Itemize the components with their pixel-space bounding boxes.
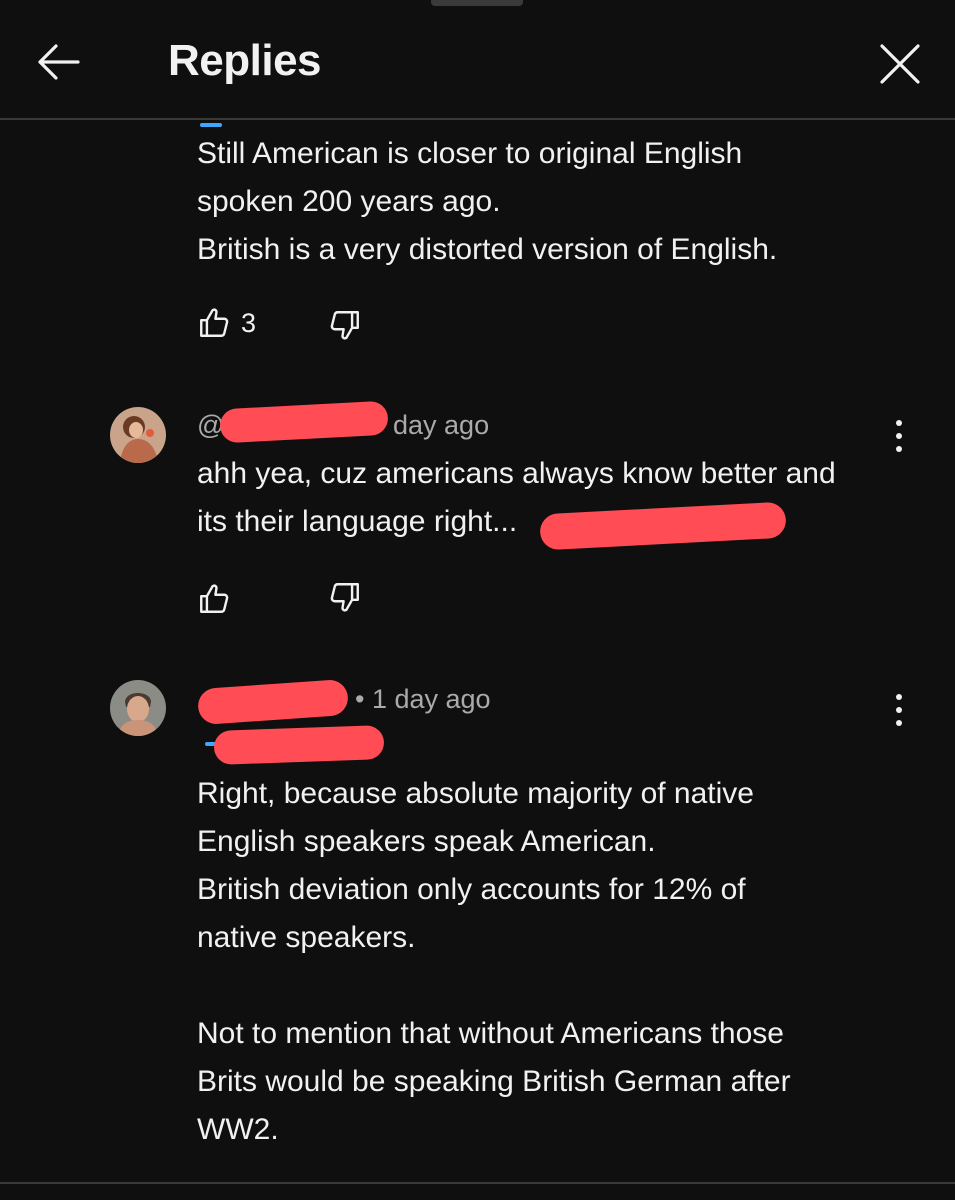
like-button[interactable] bbox=[197, 582, 231, 616]
more-vert-icon bbox=[896, 694, 902, 700]
dislike-button[interactable] bbox=[328, 308, 362, 342]
avatar[interactable] bbox=[110, 680, 166, 736]
comment-time: day ago bbox=[393, 410, 490, 440]
replies-header: Replies bbox=[0, 0, 955, 120]
arrow-left-icon bbox=[38, 44, 80, 80]
more-options-button[interactable] bbox=[887, 416, 911, 456]
redaction-mark bbox=[213, 725, 385, 765]
thumbs-down-icon bbox=[330, 583, 359, 612]
avatar-image bbox=[110, 407, 166, 463]
like-count: 3 bbox=[241, 307, 257, 338]
thumbs-up-icon bbox=[200, 308, 229, 337]
comment-text: Right, because absolute majority of nati… bbox=[197, 777, 791, 1146]
close-icon bbox=[880, 44, 920, 84]
close-button[interactable] bbox=[872, 38, 928, 90]
avatar[interactable] bbox=[110, 407, 166, 463]
more-options-button[interactable] bbox=[887, 690, 911, 730]
thumbs-up-icon bbox=[200, 584, 229, 613]
thumbs-down-icon bbox=[330, 311, 359, 340]
divider bbox=[0, 1182, 955, 1184]
redaction-mark bbox=[219, 400, 389, 444]
mention-link-fragment[interactable] bbox=[200, 123, 222, 127]
dislike-button[interactable] bbox=[328, 580, 362, 614]
comment-time: • 1 day ago bbox=[355, 684, 491, 714]
page-title: Replies bbox=[168, 36, 322, 85]
comment-text: Still American is closer to original Eng… bbox=[197, 137, 778, 266]
avatar-image bbox=[110, 680, 166, 736]
back-button[interactable] bbox=[30, 38, 86, 86]
more-vert-icon bbox=[896, 420, 902, 426]
like-button[interactable]: 3 bbox=[197, 306, 256, 340]
redaction-mark bbox=[196, 678, 350, 726]
